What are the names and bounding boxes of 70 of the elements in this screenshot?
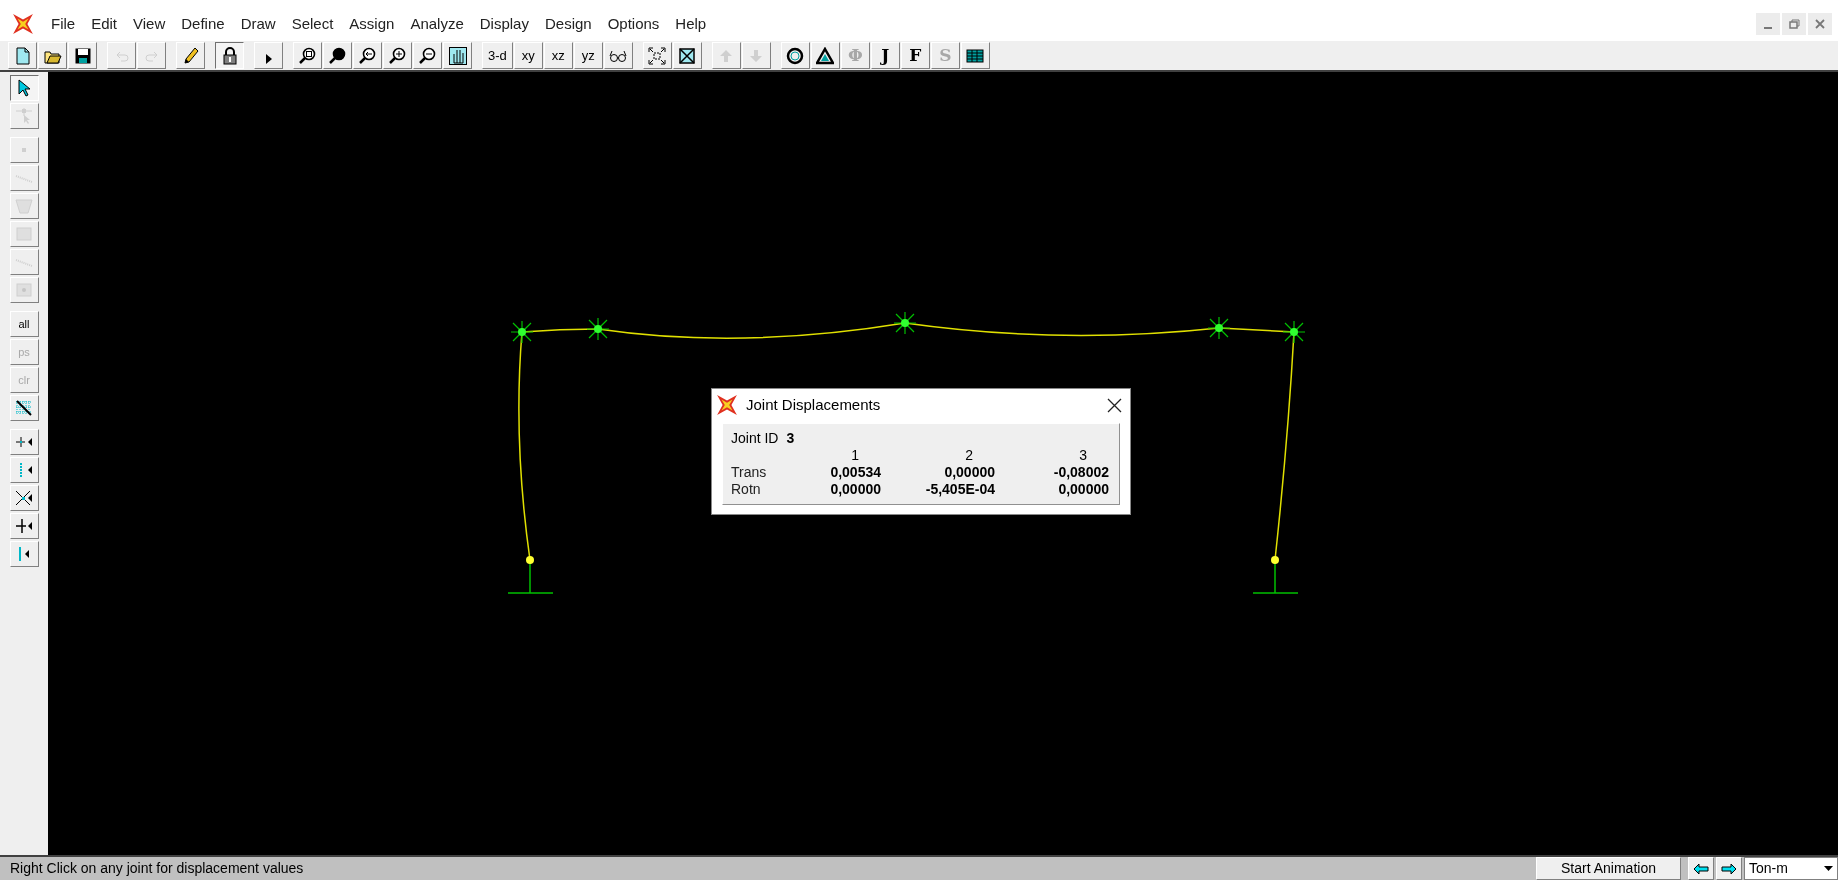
column-header: 3 bbox=[1079, 447, 1087, 464]
triangle-icon bbox=[816, 46, 835, 65]
snap-line-icon bbox=[15, 517, 33, 535]
status-message: Right Click on any joint for displacement values bbox=[9, 859, 304, 878]
toolbar-button[interactable]: xz bbox=[543, 42, 573, 69]
menu-item[interactable]: Select bbox=[283, 12, 342, 35]
zoom-in-icon bbox=[388, 46, 407, 65]
padlock-icon bbox=[220, 46, 239, 65]
menu-item[interactable]: Options bbox=[599, 12, 668, 35]
table-cell: 0,00000 bbox=[1058, 481, 1109, 498]
menu-item[interactable]: Draw bbox=[232, 12, 284, 35]
pencil-icon bbox=[181, 46, 200, 65]
table-cell: 0,00534 bbox=[830, 464, 881, 481]
menu-item[interactable]: Design bbox=[536, 12, 600, 35]
next-button[interactable] bbox=[1716, 857, 1742, 880]
menu-item[interactable]: File bbox=[43, 12, 84, 35]
joint-id-value: 3 bbox=[786, 430, 795, 447]
menu-item[interactable]: Define bbox=[173, 12, 233, 35]
restore-icon[interactable] bbox=[1782, 13, 1806, 35]
circle-icon bbox=[786, 46, 805, 65]
column-header: 2 bbox=[965, 447, 973, 464]
column-header: 1 bbox=[851, 447, 859, 464]
toolbar-button[interactable]: 3-d bbox=[482, 42, 513, 69]
minimize-icon[interactable] bbox=[1756, 13, 1780, 35]
menu-item[interactable]: Assign bbox=[341, 12, 403, 35]
toolbar-button[interactable]: all bbox=[9, 311, 39, 337]
table-cell: 0,00000 bbox=[830, 481, 881, 498]
menu-item[interactable]: View bbox=[125, 12, 174, 35]
menu-item[interactable]: Help bbox=[667, 12, 715, 35]
document-icon bbox=[13, 46, 32, 65]
menu-item[interactable]: Analyze bbox=[402, 12, 472, 35]
row-label: Rotn bbox=[731, 481, 762, 498]
pointer-icon bbox=[15, 79, 33, 97]
menu-item[interactable]: Edit bbox=[83, 12, 126, 35]
logo-icon bbox=[12, 13, 34, 35]
logo-icon bbox=[716, 394, 738, 416]
table-cell: 0,00000 bbox=[944, 464, 995, 481]
zoom-out-icon bbox=[418, 46, 437, 65]
row-label: Trans bbox=[731, 464, 768, 481]
play-icon bbox=[265, 53, 272, 64]
hatch-icon bbox=[15, 399, 33, 417]
menu-item[interactable]: Display bbox=[471, 12, 537, 35]
crossed-box-icon bbox=[678, 46, 697, 65]
joint-id-label: Joint ID bbox=[731, 430, 779, 447]
toolbar-button[interactable]: J bbox=[870, 42, 900, 69]
right-arrow-icon bbox=[1721, 862, 1737, 875]
toolbar-button[interactable] bbox=[215, 42, 244, 69]
close-icon[interactable] bbox=[1107, 397, 1122, 413]
quadrilateral-icon bbox=[15, 197, 33, 215]
zoom-previous-icon bbox=[358, 46, 377, 65]
toolbar-button[interactable]: yz bbox=[573, 42, 603, 69]
dialog-title: Joint Displacements bbox=[746, 394, 881, 415]
table-cell: -0,08002 bbox=[1053, 464, 1109, 481]
units-dropdown[interactable]: Ton-m bbox=[1744, 857, 1838, 880]
zoom-window-icon bbox=[298, 46, 317, 65]
zoom-icon bbox=[328, 46, 347, 65]
snap-intersection-icon bbox=[15, 489, 33, 507]
snap-end-icon bbox=[19, 547, 29, 561]
table-cell: -5,405E-04 bbox=[925, 481, 995, 498]
table-icon bbox=[966, 46, 985, 65]
toolbar-button[interactable]: xy bbox=[513, 42, 543, 69]
shrink-icon bbox=[648, 46, 667, 65]
left-arrow-icon bbox=[1693, 862, 1709, 875]
caret-icon bbox=[1824, 866, 1833, 871]
toolbar-button[interactable] bbox=[9, 75, 39, 101]
rectangle-icon bbox=[15, 225, 33, 243]
previous-button[interactable] bbox=[1688, 857, 1714, 880]
joint-pointer-icon bbox=[15, 107, 33, 125]
toolbar-button[interactable]: F bbox=[900, 42, 930, 69]
start-animation-button[interactable]: Start Animation bbox=[1536, 857, 1681, 880]
